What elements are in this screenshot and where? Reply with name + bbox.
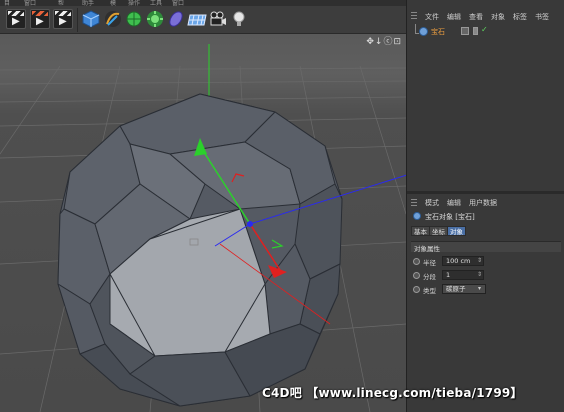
gem-object-icon	[413, 212, 421, 220]
watermark-text: C4D吧 【www.linecg.com/tieba/1799】	[262, 386, 523, 400]
type-field: 类型 碳原子 ▾	[411, 284, 561, 296]
visibility-dots-icon[interactable]	[473, 27, 478, 35]
am-menu-mode[interactable]: 模式	[425, 198, 439, 208]
tab-object[interactable]: 对象	[447, 226, 466, 236]
layer-flag-icon[interactable]	[461, 27, 469, 35]
am-menu-userdata[interactable]: 用户数据	[469, 198, 497, 208]
gizmo-center	[247, 221, 253, 227]
om-menu-bookmarks[interactable]: 书签	[535, 12, 549, 22]
animate-radio-icon[interactable]	[413, 272, 420, 279]
edit-render-settings-icon[interactable]	[53, 9, 73, 29]
subdivision-surface-icon[interactable]	[124, 9, 144, 29]
segments-label: 分段	[423, 273, 436, 281]
om-menu-file[interactable]: 文件	[425, 12, 439, 22]
chevron-down-icon[interactable]: ▾	[478, 285, 481, 292]
radius-spinner-icon[interactable]: ⇕	[477, 257, 482, 264]
om-menu-edit[interactable]: 编辑	[447, 12, 461, 22]
camera-icon[interactable]	[208, 9, 228, 29]
radius-label: 半径	[423, 259, 436, 267]
render-view-icon[interactable]	[6, 9, 26, 29]
panel-divider[interactable]	[407, 191, 564, 194]
right-panel: 文件 编辑 查看 对象 标签 书签 宝石 ✓ 模式 编辑 用户数据 宝石对象 […	[406, 0, 564, 412]
animate-radio-icon[interactable]	[413, 286, 420, 293]
gem-object-icon	[419, 27, 428, 36]
attribute-tabs: 基本 坐标 对象	[411, 226, 561, 237]
generator-icon[interactable]	[145, 9, 165, 29]
3d-viewport[interactable]: ✥↓ⓒ⊡	[0, 34, 406, 412]
object-manager-menu: 文件 编辑 查看 对象 标签 书签	[407, 10, 564, 24]
animate-radio-icon[interactable]	[413, 258, 420, 265]
object-row[interactable]: 宝石 ✓	[417, 25, 563, 38]
object-name[interactable]: 宝石	[431, 27, 445, 37]
om-menu-tags[interactable]: 标签	[513, 12, 527, 22]
radius-field: 半径 100 cm ⇕	[411, 256, 561, 268]
object-title-text: 宝石对象 [宝石]	[425, 213, 475, 221]
light-bulb-icon[interactable]	[229, 9, 249, 29]
segments-spinner-icon[interactable]: ⇕	[477, 271, 482, 278]
tab-coordinates[interactable]: 坐标	[429, 226, 448, 236]
enabled-check-icon[interactable]: ✓	[481, 25, 488, 34]
render-settings-icon[interactable]	[30, 9, 50, 29]
cube-primitive-icon[interactable]	[81, 9, 101, 29]
attribute-object-title: 宝石对象 [宝石]	[411, 211, 561, 223]
main-toolbar	[0, 6, 406, 34]
attribute-manager-menu: 模式 编辑 用户数据	[407, 197, 564, 209]
tab-basic[interactable]: 基本	[411, 226, 430, 236]
object-properties-header: 对象属性	[411, 241, 561, 253]
om-menu-objects[interactable]: 对象	[491, 12, 505, 22]
am-menu-edit[interactable]: 编辑	[447, 198, 461, 208]
segments-field: 分段 1 ⇕	[411, 270, 561, 282]
viewport-nav-icons[interactable]: ✥↓ⓒ⊡	[366, 34, 402, 47]
toolbar-separator	[77, 8, 78, 32]
om-menu-view[interactable]: 查看	[469, 12, 483, 22]
floor-grid-icon[interactable]	[186, 9, 207, 29]
type-label: 类型	[423, 287, 436, 295]
spline-pen-icon[interactable]	[103, 9, 123, 29]
viewport-scene	[0, 44, 406, 412]
deformer-icon[interactable]	[166, 9, 186, 29]
section-title: 对象属性	[414, 245, 440, 253]
